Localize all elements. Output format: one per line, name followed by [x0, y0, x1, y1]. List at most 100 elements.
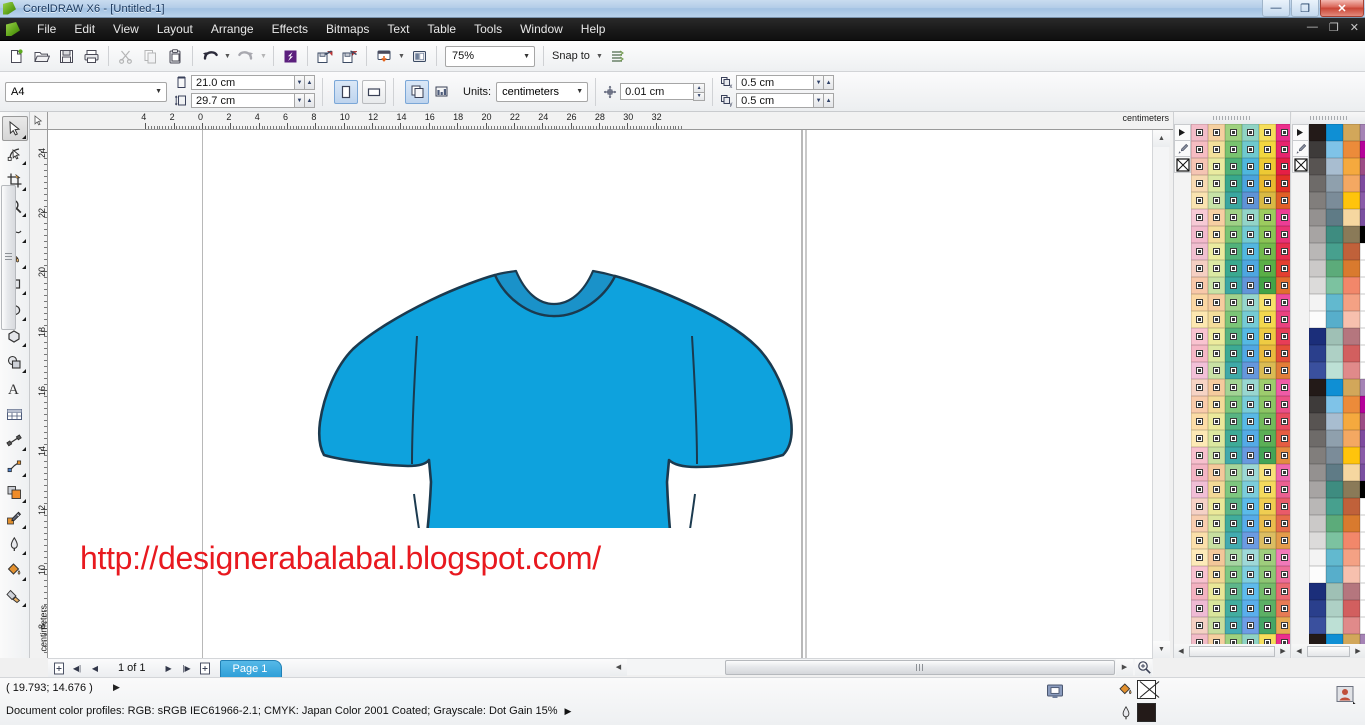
color-swatch[interactable]	[1343, 328, 1360, 345]
color-swatch[interactable]	[1259, 583, 1276, 600]
color-swatch[interactable]	[1225, 158, 1242, 175]
color-swatch[interactable]	[1242, 498, 1259, 515]
color-swatch[interactable]	[1225, 396, 1242, 413]
application-launcher-button[interactable]	[407, 44, 432, 69]
color-swatch[interactable]	[1343, 617, 1360, 634]
color-swatch[interactable]	[1309, 158, 1326, 175]
page-width-up[interactable]: ▲	[305, 75, 315, 90]
apply-all-pages-button[interactable]	[405, 79, 429, 104]
color-swatch[interactable]	[1326, 328, 1343, 345]
paste-button[interactable]	[163, 44, 188, 69]
palette-scroll-right-icon[interactable]: ▶	[1276, 644, 1290, 658]
color-swatch[interactable]	[1276, 243, 1290, 260]
color-swatch[interactable]	[1343, 532, 1360, 549]
screen-preview-icon[interactable]	[1044, 682, 1066, 700]
color-swatch[interactable]	[1225, 192, 1242, 209]
document-palette-grip[interactable]	[1174, 112, 1290, 124]
color-swatch[interactable]	[1360, 430, 1365, 447]
page-size-combobox[interactable]: A4 ▼	[5, 81, 167, 102]
color-swatch[interactable]	[1276, 396, 1290, 413]
color-swatch[interactable]	[1208, 226, 1225, 243]
color-swatch[interactable]	[1259, 617, 1276, 634]
color-swatch[interactable]	[1242, 583, 1259, 600]
cut-button[interactable]	[113, 44, 138, 69]
page-height-spinners[interactable]: ▼ ▲	[295, 93, 315, 108]
color-swatch[interactable]	[1259, 158, 1276, 175]
color-swatch[interactable]	[1276, 362, 1290, 379]
page-height-down[interactable]: ▼	[295, 93, 305, 108]
scroll-left-button[interactable]: ◀	[610, 658, 627, 676]
menu-help[interactable]: Help	[572, 19, 615, 39]
color-swatch[interactable]	[1276, 515, 1290, 532]
color-swatch[interactable]	[1276, 277, 1290, 294]
document-palette-swatches[interactable]	[1191, 124, 1290, 644]
color-swatch[interactable]	[1276, 583, 1290, 600]
color-swatch[interactable]	[1360, 600, 1365, 617]
horizontal-scrollbar[interactable]: ◀ ▶	[610, 658, 1153, 676]
duplicate-x-spinners[interactable]: ▼ ▲	[814, 75, 835, 90]
color-swatch[interactable]	[1259, 209, 1276, 226]
color-swatch[interactable]	[1326, 532, 1343, 549]
text-tool[interactable]: A	[2, 376, 28, 401]
color-swatch[interactable]	[1259, 549, 1276, 566]
color-swatch[interactable]	[1276, 464, 1290, 481]
color-swatch[interactable]	[1225, 600, 1242, 617]
page-tab-1[interactable]: Page 1	[219, 659, 283, 677]
color-swatch[interactable]	[1225, 226, 1242, 243]
drawing-canvas[interactable]: http://designerabalabal.blogspot.com/	[48, 130, 1158, 658]
color-swatch[interactable]	[1191, 566, 1208, 583]
color-swatch[interactable]	[1225, 345, 1242, 362]
eyedropper-icon[interactable]	[1292, 140, 1309, 157]
color-swatch[interactable]	[1225, 209, 1242, 226]
color-swatch[interactable]	[1191, 328, 1208, 345]
color-swatch[interactable]	[1276, 413, 1290, 430]
next-page-button[interactable]: ▶	[160, 660, 178, 677]
color-swatch[interactable]	[1360, 447, 1365, 464]
scroll-down-button[interactable]: ▼	[1153, 641, 1170, 658]
color-swatch[interactable]	[1326, 260, 1343, 277]
menu-table[interactable]: Table	[418, 19, 465, 39]
color-swatch[interactable]	[1191, 447, 1208, 464]
color-swatch[interactable]	[1326, 141, 1343, 158]
open-document-button[interactable]	[29, 44, 54, 69]
color-swatch[interactable]	[1343, 209, 1360, 226]
color-swatch[interactable]	[1191, 634, 1208, 644]
color-swatch[interactable]	[1259, 345, 1276, 362]
color-swatch[interactable]	[1326, 379, 1343, 396]
color-swatch[interactable]	[1208, 141, 1225, 158]
color-swatch[interactable]	[1242, 345, 1259, 362]
color-swatch[interactable]	[1259, 328, 1276, 345]
color-swatch[interactable]	[1276, 600, 1290, 617]
color-swatch[interactable]	[1360, 413, 1365, 430]
color-swatch[interactable]	[1276, 447, 1290, 464]
publish-pdf-dropdown-arrow[interactable]: ▼	[396, 44, 407, 69]
color-swatch[interactable]	[1326, 345, 1343, 362]
color-swatch[interactable]	[1242, 634, 1259, 644]
color-swatch[interactable]	[1242, 328, 1259, 345]
color-swatch[interactable]	[1326, 311, 1343, 328]
color-swatch[interactable]	[1259, 566, 1276, 583]
color-swatch[interactable]	[1191, 124, 1208, 141]
color-swatch[interactable]	[1208, 124, 1225, 141]
color-swatch[interactable]	[1208, 498, 1225, 515]
color-swatch[interactable]	[1309, 634, 1326, 644]
color-swatch[interactable]	[1259, 175, 1276, 192]
color-swatch[interactable]	[1225, 464, 1242, 481]
color-swatch[interactable]	[1343, 345, 1360, 362]
color-swatch[interactable]	[1191, 430, 1208, 447]
color-swatch[interactable]	[1259, 396, 1276, 413]
color-swatch[interactable]	[1343, 430, 1360, 447]
connector-tool[interactable]	[2, 454, 28, 479]
horizontal-ruler[interactable]: 4 2 0 2 4 6 8 10 12 14 16 18 20 22 24 26 28 30 32 centimet…	[30, 112, 1173, 130]
color-swatch[interactable]	[1360, 294, 1365, 311]
color-swatch[interactable]	[1242, 396, 1259, 413]
nudge-down[interactable]: ▼	[693, 91, 706, 101]
scroll-up-icon[interactable]	[1174, 124, 1191, 141]
publish-pdf-button[interactable]	[371, 44, 396, 69]
color-swatch[interactable]	[1208, 396, 1225, 413]
color-eyedropper-tool[interactable]	[2, 506, 28, 531]
nudge-offset-input[interactable]: 0.01 cm	[620, 83, 695, 100]
color-swatch[interactable]	[1225, 634, 1242, 644]
color-swatch[interactable]	[1309, 515, 1326, 532]
color-swatch[interactable]	[1242, 277, 1259, 294]
